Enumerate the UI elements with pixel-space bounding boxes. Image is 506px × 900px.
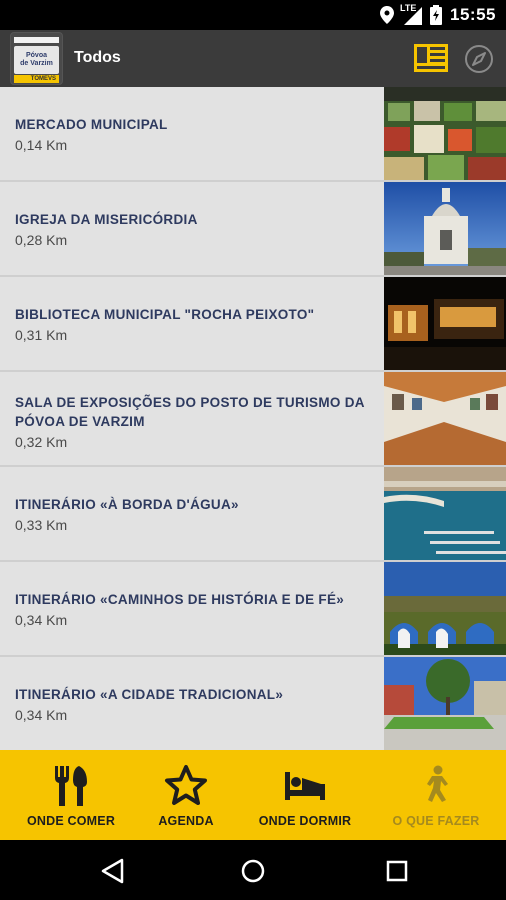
church-photo: [384, 182, 506, 275]
nav-agenda[interactable]: AGENDA: [126, 750, 246, 840]
place-distance: 0,28 Km: [15, 232, 68, 248]
town-square-photo: [384, 657, 506, 750]
list-item[interactable]: ITINERÁRIO «À BORDA D'ÁGUA» 0,33 Km: [0, 467, 506, 560]
signal-icon: LTE: [400, 3, 423, 25]
place-distance: 0,34 Km: [15, 612, 68, 628]
place-distance: 0,31 Km: [15, 327, 68, 343]
fork-knife-icon: [55, 766, 87, 806]
status-bar: LTE 15:55: [0, 0, 506, 30]
logo-badge: TOMEVS: [14, 75, 59, 83]
system-navigation-bar: [0, 840, 506, 900]
logo-header-strip: [14, 37, 59, 43]
battery-icon: [430, 5, 443, 25]
place-title: ITINERÁRIO «A CIDADE TRADICIONAL»: [15, 687, 284, 702]
list-item[interactable]: BIBLIOTECA MUNICIPAL "ROCHA PEIXOTO" 0,3…: [0, 277, 506, 370]
exhibition-room-photo: [384, 372, 506, 465]
app-logo[interactable]: Póvoa de Varzim TOMEVS: [10, 32, 63, 85]
logo-line2: de Varzim: [20, 60, 53, 67]
nav-label: ONDE DORMIR: [258, 814, 352, 828]
place-title: SALA DE EXPOSIÇÕES DO POSTO DE TURISMO D…: [15, 395, 365, 429]
logo-title-block: Póvoa de Varzim: [14, 46, 59, 74]
home-icon[interactable]: [238, 856, 268, 886]
back-icon[interactable]: [98, 856, 128, 886]
list-view-icon[interactable]: [414, 44, 448, 72]
place-title: ITINERÁRIO «À BORDA D'ÁGUA»: [15, 497, 239, 512]
recents-icon[interactable]: [382, 856, 412, 886]
place-distance: 0,32 Km: [15, 434, 68, 450]
list-item[interactable]: MERCADO MUNICIPAL 0,14 Km: [0, 87, 506, 180]
list-item[interactable]: ITINERÁRIO «A CIDADE TRADICIONAL» 0,34 K…: [0, 657, 506, 750]
place-title: IGREJA DA MISERICÓRDIA: [15, 212, 198, 227]
app-bar: Póvoa de Varzim TOMEVS Todos: [0, 30, 506, 87]
bed-icon: [285, 772, 325, 800]
nav-label: ONDE COMER: [26, 814, 116, 828]
list-item[interactable]: SALA DE EXPOSIÇÕES DO POSTO DE TURISMO D…: [0, 372, 506, 465]
walking-person-icon: [427, 765, 448, 802]
location-icon: [380, 6, 395, 24]
compass-icon[interactable]: [464, 44, 494, 74]
nav-label: O QUE FAZER: [392, 814, 480, 828]
place-distance: 0,33 Km: [15, 517, 68, 533]
nav-onde-dormir[interactable]: ONDE DORMIR: [246, 750, 364, 840]
star-icon: [165, 765, 207, 805]
place-title: ITINERÁRIO «CAMINHOS DE HISTÓRIA E DE FÉ…: [15, 592, 345, 607]
logo-line1: Póvoa: [25, 52, 47, 59]
places-list[interactable]: MERCADO MUNICIPAL 0,14 Km IGREJA DA MISE…: [0, 87, 506, 750]
place-distance: 0,34 Km: [15, 707, 68, 723]
harbor-photo: [384, 467, 506, 560]
place-title: BIBLIOTECA MUNICIPAL "ROCHA PEIXOTO": [15, 307, 315, 322]
aqueduct-photo: [384, 562, 506, 655]
place-distance: 0,14 Km: [15, 137, 68, 153]
place-title: MERCADO MUNICIPAL: [15, 117, 168, 132]
bottom-navigation: ONDE COMER AGENDA ONDE DORMIR O QUE FAZE…: [0, 750, 506, 840]
list-item[interactable]: ITINERÁRIO «CAMINHOS DE HISTÓRIA E DE FÉ…: [0, 562, 506, 655]
page-title: Todos: [74, 49, 121, 66]
nav-o-que-fazer[interactable]: O QUE FAZER: [374, 750, 498, 840]
list-item[interactable]: IGREJA DA MISERICÓRDIA 0,28 Km: [0, 182, 506, 275]
nav-onde-comer[interactable]: ONDE COMER: [10, 750, 132, 840]
market-photo: [384, 87, 506, 180]
nav-label: AGENDA: [158, 814, 214, 828]
clock: 15:55: [450, 5, 496, 24]
library-photo: [384, 277, 506, 370]
